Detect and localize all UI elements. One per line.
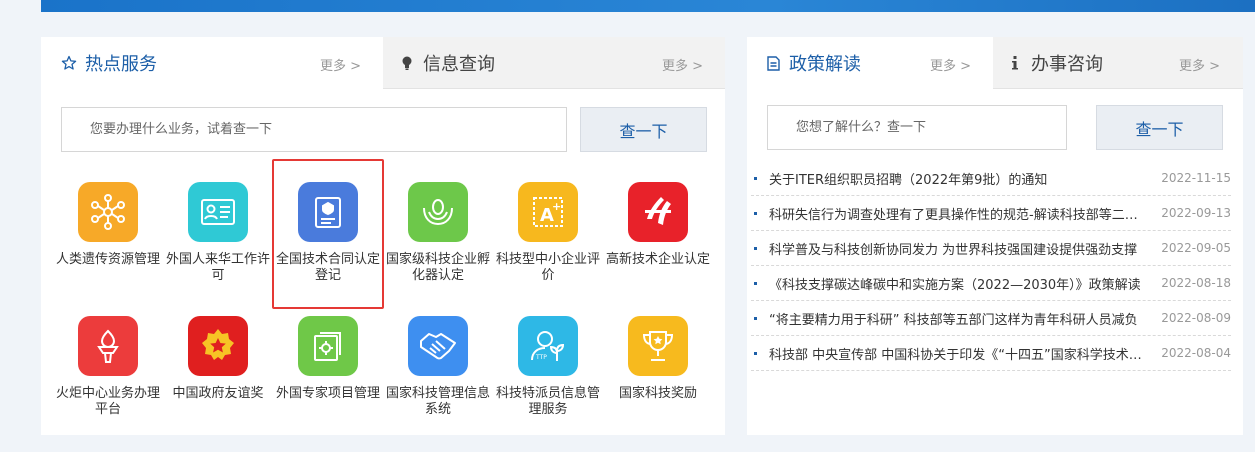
news-title[interactable]: 关于ITER组织职员招聘（2022年第9批）的通知 <box>769 169 1149 188</box>
news-item[interactable]: 《科技支撑碳达峰碳中和实施方案（2022—2030年）》政策解读 2022-08… <box>751 266 1231 301</box>
service-label: 外国专家项目管理 <box>275 386 380 401</box>
hot-services-panel: 热点服务 更多 > 信息查询 更多 > 查一下 人类遗传资源管理 外国人来华工作… <box>41 37 725 435</box>
policy-search-input[interactable] <box>768 106 1066 149</box>
service-label: 科技特派员信息管理服务 <box>495 386 600 417</box>
bullet-dot <box>754 176 757 180</box>
service-label: 国家科技奖励 <box>618 386 697 401</box>
more-link-policy[interactable]: 更多 > <box>930 55 971 74</box>
svg-text:TTP: TTP <box>535 354 547 361</box>
news-item[interactable]: 科研失信行为调查处理有了更具操作性的规范-解读科技部等二十二部门印发的《科研失信… <box>751 196 1231 231</box>
tab-consult-label: 办事咨询 <box>1031 53 1103 75</box>
tab-service-consultation[interactable]: 办事咨询 更多 > <box>993 37 1243 89</box>
service-tech-commissioner[interactable]: TTP 科技特派员信息管理服务 <box>493 316 603 418</box>
more-link-info-query[interactable]: 更多 > <box>662 55 703 74</box>
news-list: 关于ITER组织职员招聘（2022年第9批）的通知 2022-11-15 科研失… <box>751 161 1231 371</box>
user-plant-icon: TTP <box>518 316 578 376</box>
service-label: 高新技术企业认定 <box>605 252 710 267</box>
service-torch-center-platform[interactable]: 火炬中心业务办理平台 <box>53 316 163 418</box>
svg-text:+: + <box>552 200 561 213</box>
news-item[interactable]: 科学普及与科技创新协同发力 为世界科技强国建设提供强劲支撑 2022-09-05 <box>751 231 1231 266</box>
more-link-consult[interactable]: 更多 > <box>1179 55 1220 74</box>
tab-policy-label: 政策解读 <box>789 54 861 75</box>
news-title[interactable]: 《科技支撑碳达峰碳中和实施方案（2022—2030年）》政策解读 <box>769 274 1149 293</box>
tab-info-query[interactable]: 信息查询 更多 > <box>383 37 725 89</box>
handshake-icon <box>408 316 468 376</box>
service-search-input[interactable] <box>62 108 566 151</box>
service-label: 科技型中小企业评价 <box>495 252 600 283</box>
id-card-icon <box>188 182 248 242</box>
high-tech-icon <box>628 182 688 242</box>
info-icon <box>1007 55 1023 71</box>
tab-hot-services-label: 热点服务 <box>85 54 157 75</box>
news-date: 2022-09-05 <box>1161 241 1231 255</box>
policy-search-box <box>767 105 1067 150</box>
sprout-icon <box>408 182 468 242</box>
policy-panel: 政策解读 更多 > 办事咨询 更多 > 查一下 关于ITER组织职员招聘（202… <box>747 37 1243 435</box>
news-title[interactable]: 科技部 中央宣传部 中国科协关于印发《“十四五”国家科学技术普及发展规划》的通知 <box>769 344 1149 363</box>
bullet-dot <box>754 246 757 250</box>
medal-icon <box>188 316 248 376</box>
service-search-box <box>61 107 567 152</box>
service-label: 全国技术合同认定登记 <box>275 252 380 283</box>
service-sme-evaluation[interactable]: A + 科技型中小企业评价 <box>493 182 603 284</box>
document-icon <box>765 55 781 71</box>
news-title[interactable]: 科学普及与科技创新协同发力 为世界科技强国建设提供强劲支撑 <box>769 239 1149 258</box>
service-search-button[interactable]: 查一下 <box>580 107 707 152</box>
news-date: 2022-08-09 <box>1161 311 1231 325</box>
news-item[interactable]: “将主要精力用于科研” 科技部等五部门这样为青年科研人员减负 2022-08-0… <box>751 301 1231 336</box>
folder-gear-icon <box>298 316 358 376</box>
service-label: 火炬中心业务办理平台 <box>55 386 160 417</box>
trophy-icon <box>628 316 688 376</box>
news-item[interactable]: 关于ITER组织职员招聘（2022年第9批）的通知 2022-11-15 <box>751 161 1231 196</box>
service-label: 中国政府友谊奖 <box>172 386 264 401</box>
service-friendship-award[interactable]: 中国政府友谊奖 <box>163 316 273 402</box>
service-national-sci-tech-award[interactable]: 国家科技奖励 <box>603 316 713 402</box>
service-label: 人类遗传资源管理 <box>55 252 160 267</box>
service-incubator-certification[interactable]: 国家级科技企业孵化器认定 <box>383 182 493 284</box>
service-foreign-expert-projects[interactable]: 外国专家项目管理 <box>273 316 383 402</box>
contract-icon <box>298 182 358 242</box>
tab-hot-services[interactable]: 热点服务 更多 > <box>41 37 383 89</box>
molecule-icon <box>78 182 138 242</box>
lightbulb-icon <box>399 55 415 71</box>
torch-icon <box>78 316 138 376</box>
a-plus-icon: A + <box>518 182 578 242</box>
news-title[interactable]: “将主要精力用于科研” 科技部等五部门这样为青年科研人员减负 <box>769 309 1149 328</box>
news-title[interactable]: 科研失信行为调查处理有了更具操作性的规范-解读科技部等二十二部门印发的《科研失信… <box>769 204 1149 223</box>
top-banner <box>41 0 1255 12</box>
service-label: 外国人来华工作许可 <box>165 252 270 283</box>
news-date: 2022-11-15 <box>1161 171 1231 185</box>
star-icon <box>61 55 77 71</box>
policy-search-button[interactable]: 查一下 <box>1096 105 1223 150</box>
news-date: 2022-08-04 <box>1161 346 1231 360</box>
service-human-genetic-resources[interactable]: 人类遗传资源管理 <box>53 182 163 268</box>
service-label: 国家科技管理信息系统 <box>385 386 490 417</box>
news-item[interactable]: 科技部 中央宣传部 中国科协关于印发《“十四五”国家科学技术普及发展规划》的通知… <box>751 336 1231 371</box>
service-label: 国家级科技企业孵化器认定 <box>385 252 490 283</box>
service-sci-tech-management-system[interactable]: 国家科技管理信息系统 <box>383 316 493 418</box>
bullet-dot <box>754 351 757 355</box>
news-date: 2022-09-13 <box>1161 206 1231 220</box>
bullet-dot <box>754 316 757 320</box>
tab-info-query-label: 信息查询 <box>423 53 495 75</box>
bullet-dot <box>754 211 757 215</box>
service-high-tech-enterprise[interactable]: 高新技术企业认定 <box>603 182 713 268</box>
bullet-dot <box>754 281 757 285</box>
news-date: 2022-08-18 <box>1161 276 1231 290</box>
left-tab-bar: 热点服务 更多 > 信息查询 更多 > <box>41 37 725 89</box>
tab-policy-interpretation[interactable]: 政策解读 更多 > <box>747 37 993 89</box>
service-tech-contract-registration[interactable]: 全国技术合同认定登记 <box>273 182 383 284</box>
more-link-hot-services[interactable]: 更多 > <box>320 55 361 74</box>
service-foreigner-work-permit[interactable]: 外国人来华工作许可 <box>163 182 273 284</box>
